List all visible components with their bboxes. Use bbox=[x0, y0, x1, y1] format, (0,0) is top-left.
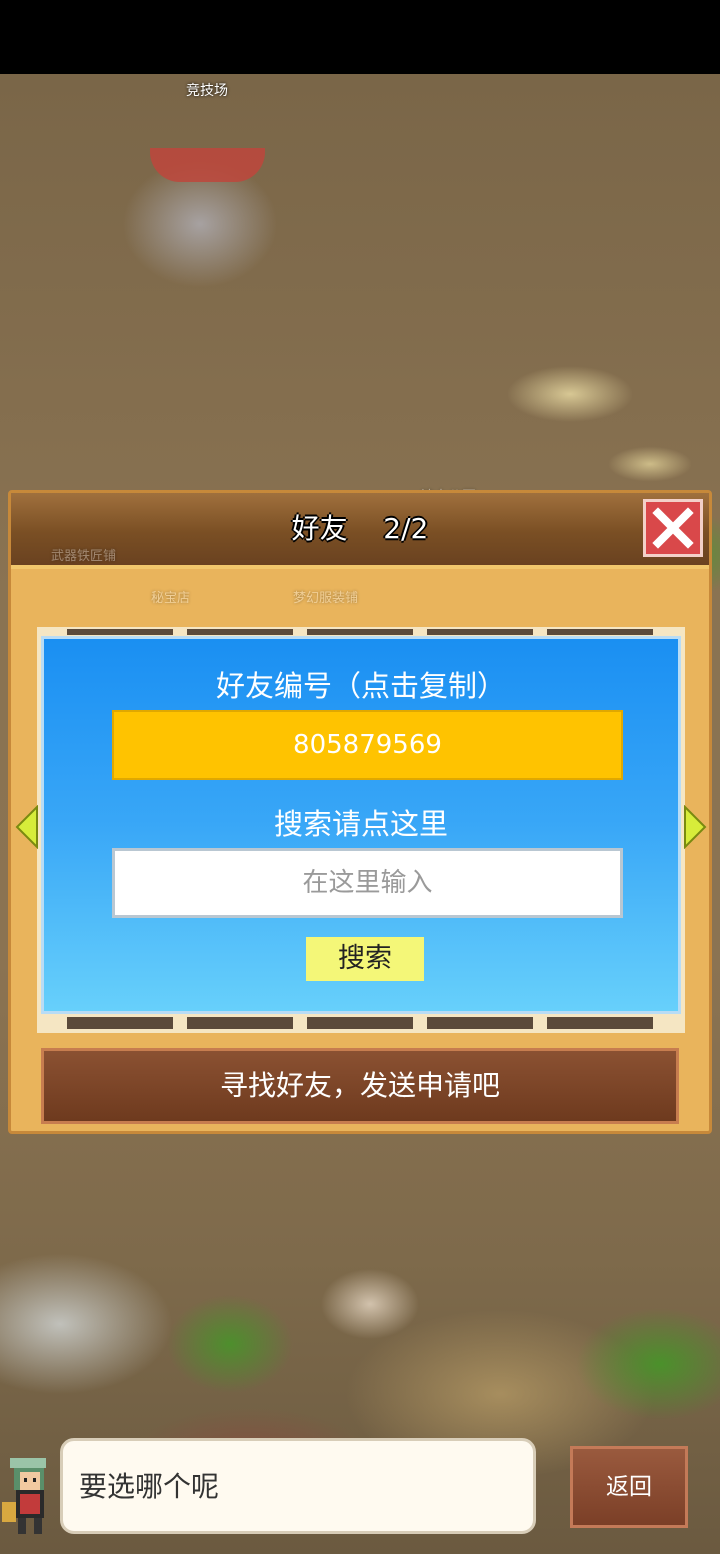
blurred-label-costume: 梦幻服装铺 bbox=[293, 591, 359, 606]
blurred-label-weapon: 武器铁匠铺 bbox=[51, 549, 117, 564]
friends-dialog: 好友 2/2 武器铁匠铺 秘宝店 梦幻服装铺 好友编号（点击复制） 805879… bbox=[8, 490, 712, 1134]
tab-stub bbox=[67, 629, 173, 635]
close-button[interactable] bbox=[643, 499, 703, 557]
status-bar bbox=[0, 0, 720, 74]
character-avatar-icon bbox=[2, 1458, 46, 1534]
arena-building-badge bbox=[150, 148, 265, 182]
blurred-label-treasure: 秘宝店 bbox=[151, 591, 191, 606]
slot-stub bbox=[307, 1017, 413, 1029]
tab-stub bbox=[427, 629, 533, 635]
map-label-arena[interactable]: 竞技场 bbox=[186, 80, 228, 100]
slot-stub bbox=[547, 1017, 653, 1029]
tab-stub bbox=[547, 629, 653, 635]
friend-search-panel: 好友编号（点击复制） 805879569 搜索请点这里 搜索 bbox=[41, 636, 681, 1014]
speech-bubble: 要选哪个呢 bbox=[60, 1438, 536, 1534]
back-button[interactable]: 返回 bbox=[570, 1446, 688, 1528]
tab-stub bbox=[187, 629, 293, 635]
prev-page-arrow-icon[interactable] bbox=[15, 805, 39, 849]
tab-stub bbox=[307, 629, 413, 635]
find-friends-banner[interactable]: 寻找好友，发送申请吧 bbox=[41, 1048, 679, 1124]
friend-search-input[interactable] bbox=[112, 848, 623, 918]
slot-stub bbox=[67, 1017, 173, 1029]
search-label: 搜索请点这里 bbox=[273, 807, 448, 841]
speech-text: 要选哪个呢 bbox=[79, 1470, 220, 1503]
slot-stub bbox=[187, 1017, 293, 1029]
close-x-icon bbox=[652, 507, 694, 549]
friend-id-copy-box[interactable]: 805879569 bbox=[112, 710, 623, 780]
next-page-arrow-icon[interactable] bbox=[683, 805, 707, 849]
slot-stub bbox=[427, 1017, 533, 1029]
friend-id-label: 好友编号（点击复制） bbox=[215, 669, 506, 703]
search-button[interactable]: 搜索 bbox=[306, 937, 424, 981]
